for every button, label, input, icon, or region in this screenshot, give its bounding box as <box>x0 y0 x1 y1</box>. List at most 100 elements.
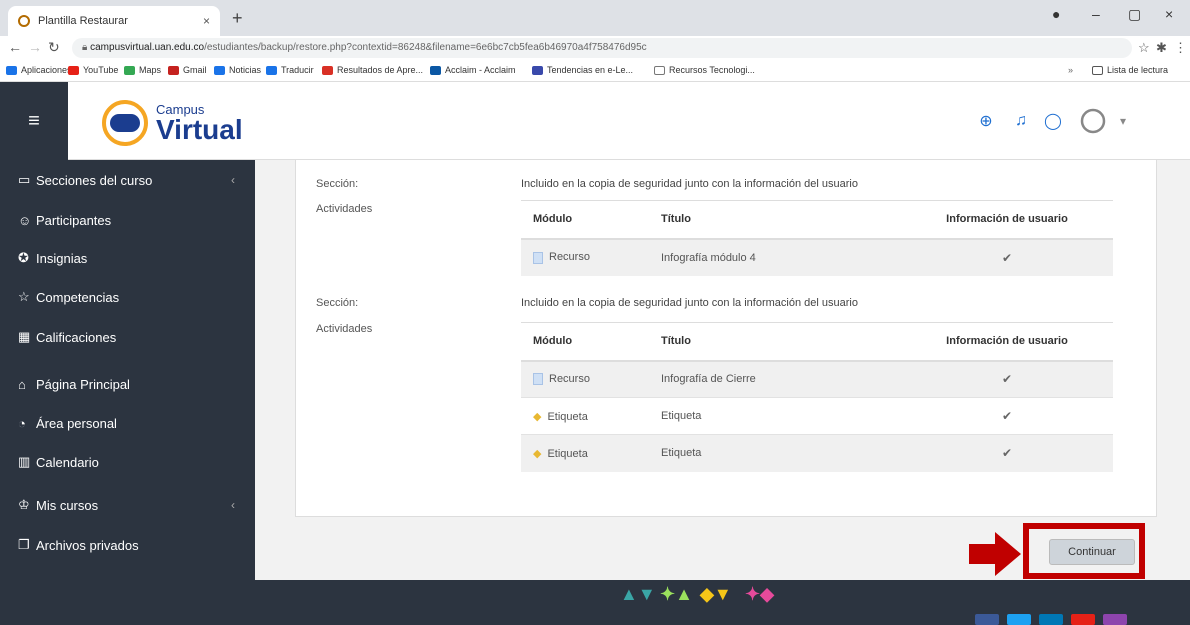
row-modulo: Etiqueta <box>547 410 588 423</box>
table-row: ◆ Etiqueta Etiqueta ✔ <box>521 434 1113 472</box>
back-arrow-icon[interactable]: ← <box>8 39 22 55</box>
user-menu-chevron-icon[interactable]: ▾ <box>1112 106 1134 136</box>
uan-seal-icon <box>102 100 148 146</box>
bookmark-youtube[interactable]: YouTube <box>68 65 118 75</box>
files-icon: ❐ <box>18 537 30 552</box>
site-footer: ▲▼ ✦▲ ◆▼ ✦◆ <box>255 580 1190 625</box>
user-avatar-icon[interactable] <box>1078 106 1108 136</box>
decorative-shapes-icon: ✦◆ <box>745 584 774 604</box>
chevron-left-icon: ‹ <box>231 498 235 512</box>
check-icon: ✔ <box>1001 372 1013 387</box>
bookmark-gmail[interactable]: Gmail <box>168 65 207 75</box>
grades-table-icon: ▦ <box>18 329 31 344</box>
col-info-usuario: Información de usuario <box>901 322 1113 362</box>
browser-tab[interactable]: Plantilla Restaurar × <box>8 6 220 36</box>
site-favicon-icon <box>18 15 30 27</box>
profile-dot-icon[interactable]: ● <box>1052 6 1060 22</box>
calendar-icon: ▥ <box>18 454 31 469</box>
tab-close-button[interactable]: × <box>203 14 210 28</box>
table-row: Recurso Infografía de Cierre ✔ <box>521 360 1113 398</box>
chevron-left-icon: ‹ <box>231 173 235 187</box>
globe-language-icon[interactable]: ⊕ <box>975 106 997 136</box>
maps-pin-icon <box>124 65 135 75</box>
tag-icon: ◆ <box>533 410 542 423</box>
bookmark-apps[interactable]: Aplicaciones <box>6 65 72 75</box>
tab-title: Plantilla Restaurar <box>38 15 128 27</box>
bookmark-news[interactable]: Noticias <box>214 65 261 75</box>
linkedin-icon[interactable] <box>1039 614 1063 625</box>
graduation-cap-icon: ♔ <box>18 497 30 512</box>
reload-icon[interactable]: ↻ <box>48 39 60 56</box>
twitter-icon[interactable] <box>1007 614 1031 625</box>
bookmarks-bar: Aplicaciones YouTube Maps Gmail Noticias… <box>0 60 1190 82</box>
sidebar-item-pagina-principal[interactable]: ⌂ Página Principal <box>18 372 243 396</box>
row-modulo: Recurso <box>549 373 590 386</box>
sidebar-item-archivos-privados[interactable]: ❐ Archivos privados <box>18 533 243 557</box>
row-titulo: Etiqueta <box>661 434 901 472</box>
youtube-social-icon[interactable] <box>1071 614 1095 625</box>
hamburger-menu-button[interactable]: ≡ <box>0 82 68 160</box>
activities-label: Actividades <box>316 203 373 215</box>
facebook-icon[interactable] <box>975 614 999 625</box>
instagram-icon[interactable] <box>1103 614 1127 625</box>
sidebar-item-participantes[interactable]: ☺ Participantes <box>18 208 243 232</box>
results-icon <box>322 65 333 75</box>
lock-icon: 🔒︎ <box>82 42 91 53</box>
row-modulo: Recurso <box>549 251 590 264</box>
restore-details-card: Sección: Actividades Incluido en la copi… <box>295 160 1157 517</box>
users-icon: ☺ <box>18 212 32 228</box>
sidebar-item-area-personal[interactable]: ◔ Área personal <box>18 411 243 435</box>
table-row: Recurso Infografía módulo 4 ✔ <box>521 238 1113 276</box>
sidebar-item-competencias[interactable]: ☆ Competencias <box>18 285 243 309</box>
menu-kebab-icon[interactable]: ⋮ <box>1174 40 1187 56</box>
apps-grid-icon <box>6 65 17 75</box>
bookmark-resources[interactable]: Recursos Tecnologi... <box>654 65 755 75</box>
sidebar-item-calificaciones[interactable]: ▦ Calificaciones <box>18 325 243 349</box>
reading-list-button[interactable]: Lista de lectura <box>1092 65 1168 75</box>
check-icon: ✔ <box>1001 250 1013 265</box>
trends-icon <box>532 65 543 75</box>
dashboard-icon: ◔ <box>18 415 26 431</box>
sidebar-item-secciones[interactable]: ▭ Secciones del curso ‹ <box>18 168 243 192</box>
extensions-icon[interactable]: ✱ <box>1156 40 1167 56</box>
activities-table: Módulo Título Información de usuario Rec… <box>521 200 1113 276</box>
url-field[interactable]: 🔒︎ campusvirtual.uan.edu.co/estudiantes/… <box>72 38 1132 58</box>
col-modulo: Módulo <box>521 200 661 240</box>
chat-messages-icon[interactable]: ◯ <box>1042 106 1064 136</box>
badge-icon: ✪ <box>18 250 29 265</box>
campus-virtual-logo[interactable]: Campus Virtual <box>102 100 243 146</box>
table-row: ◆ Etiqueta Etiqueta ✔ <box>521 397 1113 435</box>
bookmark-acclaim[interactable]: Acclaim - Acclaim <box>430 65 516 75</box>
maximize-window-button[interactable]: ▢ <box>1128 6 1141 23</box>
sidebar-item-insignias[interactable]: ✪ Insignias <box>18 246 243 270</box>
bookmark-maps[interactable]: Maps <box>124 65 161 75</box>
table-header-row: Módulo Título Información de usuario <box>521 322 1113 362</box>
home-icon: ⌂ <box>18 376 26 392</box>
sidebar-item-calendario[interactable]: ▥ Calendario <box>18 450 243 474</box>
new-tab-button[interactable]: + <box>232 8 243 29</box>
bookmark-results[interactable]: Resultados de Apre... <box>322 65 423 75</box>
star-bookmark-icon[interactable]: ☆ <box>1138 40 1150 56</box>
bookmark-translate[interactable]: Traducir <box>266 65 314 75</box>
bell-notifications-icon[interactable]: ♫ <box>1010 106 1032 136</box>
close-window-button[interactable]: × <box>1165 6 1173 22</box>
url-path: /estudiantes/backup/restore.php?contexti… <box>204 42 647 53</box>
col-titulo: Título <box>661 322 901 362</box>
backup-note: Incluido en la copia de seguridad junto … <box>521 297 858 309</box>
bookmark-trends[interactable]: Tendencias en e-Le... <box>532 65 633 75</box>
acclaim-icon <box>430 65 441 75</box>
document-icon <box>533 373 543 386</box>
activities-table: Módulo Título Información de usuario Rec… <box>521 322 1113 472</box>
forward-arrow-icon[interactable]: → <box>28 39 42 55</box>
folder-icon: ▭ <box>18 172 31 187</box>
red-arrow-annotation-icon <box>969 532 1021 576</box>
continue-button[interactable]: Continuar <box>1049 539 1135 565</box>
minimize-window-button[interactable]: – <box>1092 6 1100 22</box>
bookmarks-overflow-icon[interactable]: » <box>1068 65 1073 75</box>
document-icon <box>533 251 543 264</box>
check-icon: ✔ <box>1001 409 1013 423</box>
row-modulo: Etiqueta <box>547 447 588 460</box>
decorative-shapes-icon: ▲▼ <box>620 584 656 604</box>
col-titulo: Título <box>661 200 901 240</box>
sidebar-item-mis-cursos[interactable]: ♔ Mis cursos ‹ <box>18 493 243 517</box>
